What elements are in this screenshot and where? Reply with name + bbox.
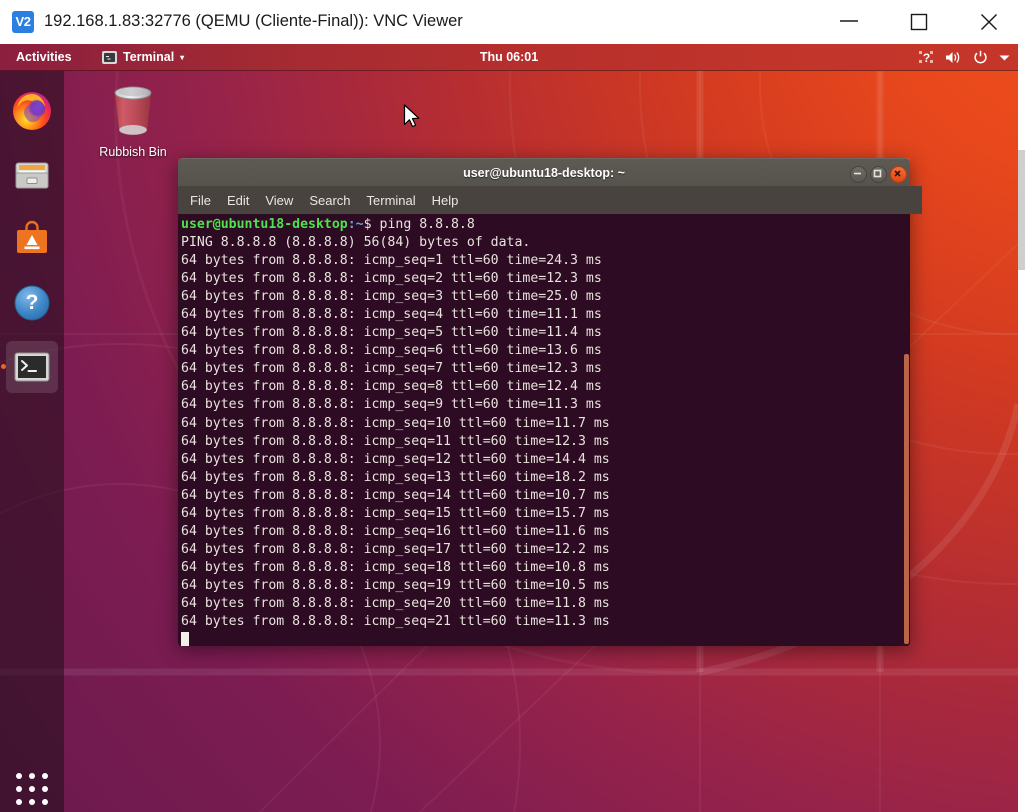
- ubuntu-dock: ?: [0, 71, 64, 812]
- ubuntu-software-icon: [12, 219, 52, 259]
- terminal-scrollbar[interactable]: [903, 214, 910, 646]
- ping-reply-line: 64 bytes from 8.8.8.8: icmp_seq=3 ttl=60…: [181, 288, 610, 306]
- activities-button[interactable]: Activities: [10, 44, 78, 71]
- maximize-icon: [871, 167, 884, 180]
- ping-reply-line: 64 bytes from 8.8.8.8: icmp_seq=18 ttl=6…: [181, 559, 610, 577]
- terminal-scrollbar-thumb[interactable]: [904, 354, 909, 644]
- ping-reply-line: 64 bytes from 8.8.8.8: icmp_seq=10 ttl=6…: [181, 415, 610, 433]
- vnc-viewer-window: V2 192.168.1.83:32776 (QEMU (Cliente-Fin…: [0, 0, 1025, 812]
- ping-reply-line: 64 bytes from 8.8.8.8: icmp_seq=9 ttl=60…: [181, 396, 610, 414]
- keyboard-layout-icon[interactable]: ?: [919, 50, 934, 65]
- vnc-maximize-button[interactable]: [896, 0, 942, 43]
- ping-reply-line: 64 bytes from 8.8.8.8: icmp_seq=21 ttl=6…: [181, 613, 610, 631]
- power-icon[interactable]: [973, 50, 988, 65]
- chevron-down-icon: ▾: [180, 44, 184, 71]
- ping-reply-line: 64 bytes from 8.8.8.8: icmp_seq=1 ttl=60…: [181, 252, 610, 270]
- ping-reply-line: 64 bytes from 8.8.8.8: icmp_seq=5 ttl=60…: [181, 324, 610, 342]
- vnc-logo-icon: V2: [12, 11, 34, 33]
- ping-reply-line: 64 bytes from 8.8.8.8: icmp_seq=12 ttl=6…: [181, 451, 610, 469]
- vnc-minimize-button[interactable]: [826, 0, 872, 43]
- terminal-text: user@ubuntu18-desktop:~$ ping 8.8.8.8PIN…: [181, 216, 610, 631]
- vnc-vertical-scrollbar[interactable]: [1018, 150, 1025, 270]
- menu-file[interactable]: File: [190, 193, 211, 208]
- terminal-menubar: File Edit View Search Terminal Help: [178, 186, 922, 214]
- desktop-icon-label: Rubbish Bin: [90, 145, 176, 159]
- vnc-titlebar: V2 192.168.1.83:32776 (QEMU (Cliente-Fin…: [0, 0, 1025, 45]
- files-icon: [12, 155, 52, 195]
- maximize-icon: [909, 13, 929, 31]
- ping-reply-line: 64 bytes from 8.8.8.8: icmp_seq=6 ttl=60…: [181, 342, 610, 360]
- terminal-icon: [12, 347, 52, 387]
- ping-reply-line: 64 bytes from 8.8.8.8: icmp_seq=17 ttl=6…: [181, 541, 610, 559]
- minimize-icon: [839, 13, 859, 29]
- ping-reply-line: 64 bytes from 8.8.8.8: icmp_seq=14 ttl=6…: [181, 487, 610, 505]
- ping-reply-line: 64 bytes from 8.8.8.8: icmp_seq=15 ttl=6…: [181, 505, 610, 523]
- terminal-maximize-button[interactable]: [870, 166, 887, 183]
- ping-reply-line: 64 bytes from 8.8.8.8: icmp_seq=4 ttl=60…: [181, 306, 610, 324]
- svg-text:?: ?: [26, 291, 39, 314]
- ping-reply-line: 64 bytes from 8.8.8.8: icmp_seq=8 ttl=60…: [181, 378, 610, 396]
- show-applications-button[interactable]: [14, 771, 50, 807]
- gnome-top-panel: Activities Terminal ▾ Thu 06:01 ?: [0, 44, 1018, 71]
- terminal-close-button[interactable]: [890, 166, 907, 183]
- dock-item-firefox[interactable]: [6, 85, 58, 137]
- dock-item-files[interactable]: [6, 149, 58, 201]
- menu-view[interactable]: View: [265, 193, 293, 208]
- terminal-icon: [102, 51, 117, 64]
- ping-reply-line: 64 bytes from 8.8.8.8: icmp_seq=16 ttl=6…: [181, 523, 610, 541]
- ping-reply-line: 64 bytes from 8.8.8.8: icmp_seq=11 ttl=6…: [181, 433, 610, 451]
- terminal-titlebar[interactable]: user@ubuntu18-desktop: ~: [178, 158, 910, 187]
- running-indicator-dot: [1, 364, 6, 369]
- menu-edit[interactable]: Edit: [227, 193, 249, 208]
- dock-item-help[interactable]: ?: [6, 277, 58, 329]
- terminal-cursor: [181, 632, 189, 646]
- panel-clock[interactable]: Thu 06:01: [480, 44, 538, 71]
- ping-reply-line: 64 bytes from 8.8.8.8: icmp_seq=13 ttl=6…: [181, 469, 610, 487]
- menu-help[interactable]: Help: [432, 193, 459, 208]
- app-menu-terminal[interactable]: Terminal ▾: [96, 44, 190, 71]
- terminal-minimize-button[interactable]: [850, 166, 867, 183]
- dock-item-ubuntu-software[interactable]: [6, 213, 58, 265]
- ping-reply-line: 64 bytes from 8.8.8.8: icmp_seq=20 ttl=6…: [181, 595, 610, 613]
- panel-status-tray[interactable]: ?: [919, 44, 1010, 71]
- ping-reply-line: 64 bytes from 8.8.8.8: icmp_seq=2 ttl=60…: [181, 270, 610, 288]
- menu-search[interactable]: Search: [309, 193, 350, 208]
- vnc-close-button[interactable]: [966, 0, 1012, 43]
- firefox-icon: [12, 91, 52, 131]
- close-icon: [891, 167, 904, 180]
- help-icon: ?: [12, 283, 52, 323]
- ping-reply-line: 64 bytes from 8.8.8.8: icmp_seq=19 ttl=6…: [181, 577, 610, 595]
- ping-reply-line: 64 bytes from 8.8.8.8: icmp_seq=7 ttl=60…: [181, 360, 610, 378]
- minimize-icon: [851, 167, 864, 180]
- vnc-window-title: 192.168.1.83:32776 (QEMU (Cliente-Final)…: [44, 12, 463, 31]
- app-menu-label: Terminal: [123, 44, 174, 71]
- terminal-window[interactable]: user@ubuntu18-desktop: ~: [178, 158, 910, 646]
- desktop-icon-trash[interactable]: Rubbish Bin: [90, 80, 176, 159]
- volume-icon[interactable]: [945, 50, 962, 65]
- remote-desktop[interactable]: Activities Terminal ▾ Thu 06:01 ?: [0, 44, 1018, 812]
- rubbish-bin-icon: [103, 80, 163, 138]
- menu-terminal[interactable]: Terminal: [367, 193, 416, 208]
- dock-item-terminal[interactable]: [6, 341, 58, 393]
- terminal-output-area[interactable]: user@ubuntu18-desktop:~$ ping 8.8.8.8PIN…: [178, 214, 910, 646]
- svg-text:?: ?: [923, 51, 930, 65]
- chevron-down-icon[interactable]: [999, 54, 1010, 62]
- terminal-window-title: user@ubuntu18-desktop: ~: [178, 159, 910, 187]
- close-icon: [979, 13, 999, 31]
